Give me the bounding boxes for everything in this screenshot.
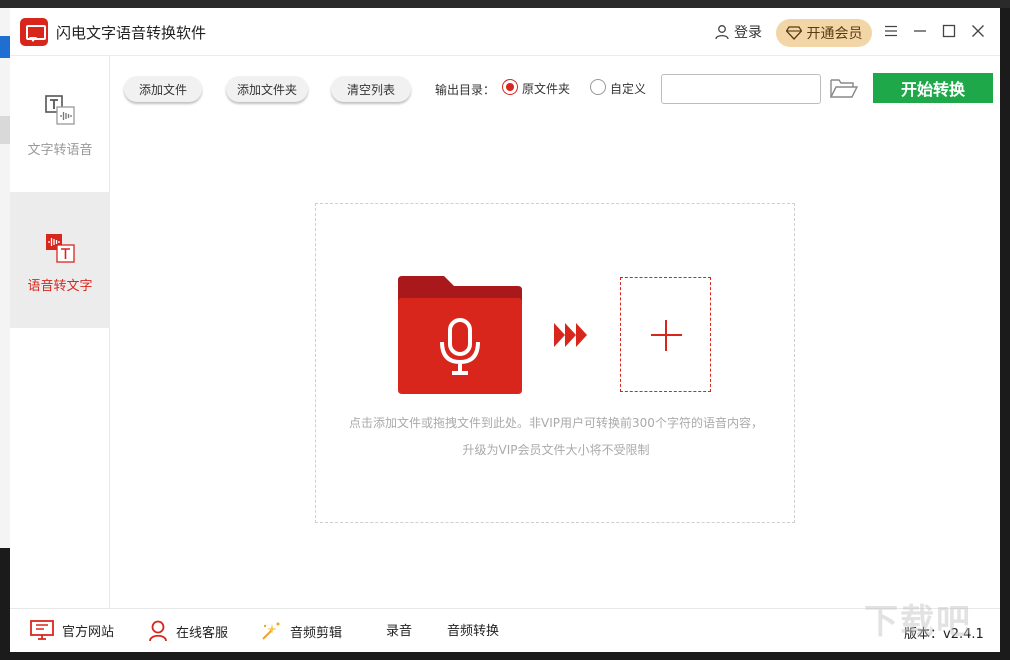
menu-button[interactable]	[880, 20, 902, 42]
text-to-speech-icon	[45, 95, 75, 125]
sidebar: 文字转语音 语音转文字	[10, 56, 110, 608]
app-window: 闪电文字语音转换软件 登录 开通会员 文字转语音 语音转文字 添加文件 添加文件…	[10, 8, 1000, 652]
audio-edit-icon	[262, 622, 280, 640]
maximize-button[interactable]	[938, 20, 960, 42]
record-label: 录音	[386, 624, 413, 639]
close-button[interactable]	[967, 20, 989, 42]
radio-custom[interactable]	[590, 79, 606, 95]
vip-button[interactable]: 开通会员	[776, 19, 872, 47]
radio-custom-label: 自定义	[610, 82, 647, 96]
user-icon	[715, 25, 729, 40]
minimize-button[interactable]	[909, 20, 931, 42]
sidebar-item-label: 文字转语音	[27, 143, 93, 158]
radio-original-folder[interactable]	[502, 79, 518, 95]
drop-hint-line2: 升级为VIP会员文件大小将不受限制	[462, 443, 650, 457]
speech-to-text-icon	[46, 234, 75, 263]
browse-folder-button[interactable]	[828, 76, 860, 102]
title-bar: 闪电文字语音转换软件 登录 开通会员	[10, 8, 1000, 56]
clear-list-button[interactable]: 清空列表	[331, 76, 411, 102]
website-label: 官方网站	[62, 624, 115, 640]
close-icon	[972, 25, 984, 37]
audio-edit-label: 音频剪辑	[290, 625, 343, 641]
output-path-input[interactable]	[661, 74, 821, 104]
watermark: 下载吧	[864, 602, 972, 642]
microphone-folder-icon	[398, 276, 522, 394]
minimize-icon	[914, 30, 926, 32]
sidebar-item-label: 语音转文字	[27, 279, 93, 294]
sidebar-item-text-to-speech[interactable]: 文字转语音	[10, 56, 110, 192]
diamond-icon	[785, 26, 802, 40]
add-file-button[interactable]: 添加文件	[124, 76, 202, 102]
support-label: 在线客服	[176, 625, 229, 641]
add-file-box[interactable]	[620, 277, 711, 392]
sidebar-item-speech-to-text[interactable]: 语音转文字	[10, 192, 110, 328]
app-logo-icon	[20, 18, 48, 46]
online-support-link[interactable]: 在线客服	[148, 620, 228, 642]
audio-convert-label: 音频转换	[447, 624, 500, 639]
radio-original-folder-label: 原文件夹	[522, 82, 571, 96]
support-agent-icon	[149, 620, 167, 642]
menu-icon	[885, 25, 897, 37]
file-drop-zone[interactable]: 点击添加文件或拖拽文件到此处。非VIP用户可转换前300个字符的语音内容， 升级…	[315, 203, 795, 523]
start-convert-button[interactable]: 开始转换	[873, 73, 993, 103]
maximize-icon	[942, 24, 956, 38]
monitor-icon	[30, 620, 54, 640]
login-button[interactable]: 登录	[714, 22, 762, 42]
drop-hint-line1: 点击添加文件或拖拽文件到此处。非VIP用户可转换前300个字符的语音内容，	[349, 416, 763, 430]
output-directory-label: 输出目录：	[435, 83, 496, 97]
forward-arrows-icon	[554, 323, 587, 347]
footer-bar: 官方网站 在线客服 音频剪辑 录音 音频转换 版本：v2.4.1	[10, 608, 1000, 652]
vip-label: 开通会员	[806, 26, 863, 42]
background-window-edge	[0, 8, 10, 548]
app-title: 闪电文字语音转换软件	[56, 24, 207, 42]
login-label: 登录	[734, 25, 762, 41]
folder-open-icon	[829, 79, 859, 98]
audio-convert-link[interactable]: 音频转换	[447, 620, 499, 639]
add-folder-button[interactable]: 添加文件夹	[226, 76, 308, 102]
record-link[interactable]: 录音	[386, 620, 412, 639]
website-link[interactable]: 官方网站	[30, 620, 114, 640]
desktop-background	[0, 0, 1010, 8]
audio-edit-link[interactable]: 音频剪辑	[260, 620, 342, 642]
